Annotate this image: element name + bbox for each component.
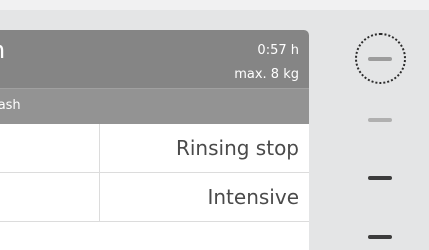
program-panel: n 0:57 h max. 8 kg vash Rinsing stop Int…: [0, 30, 309, 250]
option-row-intensive[interactable]: Intensive: [0, 173, 309, 222]
option-cell-left: [0, 173, 100, 221]
program-duration: 0:57 h: [257, 43, 299, 58]
dash-icon: [368, 235, 392, 239]
program-header: n 0:57 h max. 8 kg: [0, 30, 309, 88]
option-row-rinsing-stop[interactable]: Rinsing stop: [0, 124, 309, 173]
minus-icon[interactable]: [368, 57, 392, 61]
option-cell-left: [0, 124, 100, 172]
dash-icon: [368, 176, 392, 180]
option-label-intensive: Intensive: [207, 185, 299, 209]
program-subheader: vash: [0, 88, 309, 124]
option-label-rinsing-stop: Rinsing stop: [175, 136, 299, 160]
dash-icon: [368, 118, 392, 122]
program-max-load: max. 8 kg: [234, 67, 299, 82]
program-subtitle: vash: [0, 98, 21, 113]
program-title: n: [0, 36, 5, 64]
